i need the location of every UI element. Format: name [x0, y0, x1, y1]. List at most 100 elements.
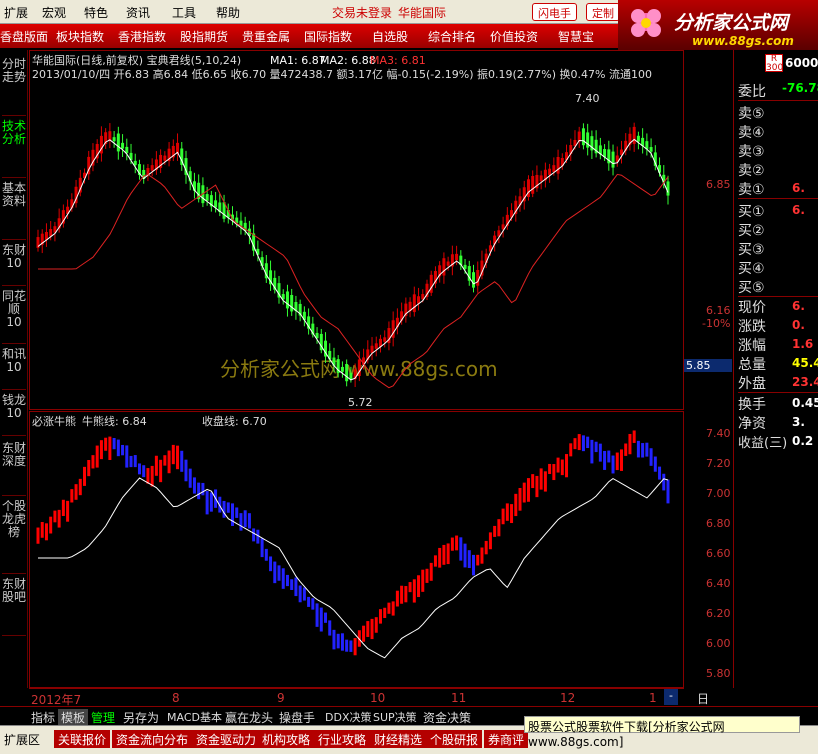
- tab-dragon-head[interactable]: 赢在龙头: [222, 709, 276, 726]
- indicator-bar: [197, 482, 201, 500]
- nav-item-intl-index[interactable]: 国际指数: [304, 28, 352, 45]
- tab-guba[interactable]: 东财股吧: [2, 576, 26, 636]
- date-axis: 2012年7 8 9 10 11 12 1 - 日线: [29, 688, 709, 723]
- indicator-bar: [383, 607, 387, 618]
- tab-inst-strategy[interactable]: 机构攻略: [258, 730, 315, 748]
- indicator-bar: [370, 618, 374, 640]
- indicator-bar: [395, 590, 399, 607]
- nav-item-board[interactable]: 香盘版面: [0, 28, 48, 45]
- nav-item-watchlist[interactable]: 自选股: [372, 28, 408, 45]
- nav-item-metals[interactable]: 贵重金属: [242, 28, 290, 45]
- bid-4: 买④: [738, 261, 765, 277]
- indicator-bar: [252, 528, 256, 542]
- tab-hexun[interactable]: 和讯10: [2, 346, 26, 390]
- ask-4: 卖④: [738, 125, 765, 141]
- left-tab-strip: 分时走势 技术分析 基本资料 东财10 同花顺10 和讯10 钱龙10 东财深度…: [0, 50, 28, 688]
- tab-extend-area[interactable]: 扩展区: [0, 730, 45, 748]
- tab-intraday[interactable]: 分时走势: [2, 56, 26, 116]
- indicator-bar: [302, 587, 306, 601]
- tab-related-quote[interactable]: 关联报价: [54, 730, 111, 748]
- indicator-bar: [636, 440, 640, 458]
- indicator-bar: [573, 438, 577, 450]
- indicator-bar: [459, 537, 463, 561]
- tab-sup[interactable]: SUP决策: [370, 709, 420, 725]
- tab-template[interactable]: 模板: [58, 709, 89, 726]
- quote-value: 0.45: [792, 396, 818, 410]
- indicator-chart-panel[interactable]: 必涨牛熊 牛熊线: 6.84 收盘线: 6.70: [29, 411, 684, 688]
- menu-item-help[interactable]: 帮助: [216, 4, 240, 21]
- indicator-bar: [159, 459, 163, 483]
- indicator-bar: [653, 456, 657, 472]
- nav-item-hk-index[interactable]: 香港指数: [118, 28, 166, 45]
- tab-fund-drive[interactable]: 资金驱动力: [192, 730, 261, 748]
- ma3-label: MA3: 6.81: [370, 54, 426, 67]
- indicator-bar: [505, 503, 509, 521]
- axis-tick: 5.80: [706, 667, 731, 680]
- bid-5: 买⑤: [738, 277, 818, 297]
- indicator-chart-svg[interactable]: 必涨牛熊 牛熊线: 6.84 收盘线: 6.70: [30, 412, 683, 687]
- tab-manage[interactable]: 管理: [88, 709, 118, 726]
- tab-dragon-tiger[interactable]: 个股龙虎榜: [2, 498, 26, 574]
- tab-tonghuashun[interactable]: 同花顺10: [2, 288, 26, 344]
- tab-eastmoney-depth[interactable]: 东财深度: [2, 440, 26, 496]
- tab-fund[interactable]: 资金决策: [420, 709, 474, 726]
- menu-item-macro[interactable]: 宏观: [42, 4, 66, 21]
- menu-item-news[interactable]: 资讯: [126, 4, 150, 21]
- tab-indicator[interactable]: 指标: [28, 709, 58, 726]
- indicator-bar: [649, 448, 653, 466]
- kline-chart-panel[interactable]: 华能国际(日线,前复权) 宝典君线(5,10,24) MA1: 6.87 MA2…: [29, 50, 684, 410]
- broker-name: 华能国际: [398, 6, 447, 20]
- tab-macd[interactable]: MACD基本: [164, 709, 225, 725]
- tab-fund-flow[interactable]: 资金流向分布: [112, 730, 193, 748]
- footer-ad-banner[interactable]: 股票公式股票软件下载[分析家公式网www.88gs.com]: [524, 716, 800, 749]
- menu-item-tools[interactable]: 工具: [172, 4, 196, 21]
- nav-item-sector-index[interactable]: 板块指数: [56, 28, 104, 45]
- quote-row: 外盘 23.4: [738, 373, 818, 393]
- ma2-label: MA2: 6.88: [320, 54, 376, 67]
- indicator-bar: [518, 487, 522, 511]
- indicator-bar: [230, 503, 234, 526]
- indicator-bar: [40, 522, 44, 538]
- custom-button[interactable]: 定制: [586, 3, 620, 21]
- tab-save-as[interactable]: 另存为: [120, 709, 162, 726]
- indicator-bar: [142, 465, 146, 478]
- flash-trade-button[interactable]: 闪电手: [532, 3, 577, 21]
- kline-chart-svg[interactable]: 华能国际(日线,前复权) 宝典君线(5,10,24) MA1: 6.87 MA2…: [30, 51, 683, 409]
- nav-item-ranking[interactable]: 综合排名: [428, 28, 476, 45]
- tab-eastmoney[interactable]: 东财10: [2, 242, 26, 286]
- indicator-bar: [70, 489, 74, 503]
- menu-item-special[interactable]: 特色: [84, 4, 108, 21]
- tab-fundamentals[interactable]: 基本资料: [2, 180, 26, 240]
- indicator-bar: [387, 602, 391, 614]
- indicator-bar: [36, 527, 40, 544]
- indicator-bar: [569, 443, 573, 457]
- indicator-bar: [455, 535, 459, 551]
- indicator-bar: [408, 582, 412, 593]
- tab-trader[interactable]: 操盘手: [276, 709, 318, 726]
- nav-item-zhihuibao[interactable]: 智慧宝: [558, 28, 594, 45]
- tab-stock-research[interactable]: 个股研报: [426, 730, 483, 748]
- indicator-bar: [598, 443, 602, 462]
- nav-item-value[interactable]: 价值投资: [490, 28, 538, 45]
- tab-broker-review[interactable]: 券商评: [484, 730, 529, 748]
- trade-status[interactable]: 交易未登录: [332, 4, 392, 21]
- quote-value: 23.4: [792, 375, 818, 389]
- ma1-label: MA1: 6.87: [270, 54, 326, 67]
- quote-row: 净资 3.: [738, 413, 818, 432]
- indicator-bar: [328, 620, 332, 636]
- tab-ddx[interactable]: DDX决策: [322, 709, 374, 725]
- tab-qianlong[interactable]: 钱龙10: [2, 392, 26, 436]
- low-label: 5.72: [348, 396, 373, 409]
- indicator-bar: [57, 509, 61, 528]
- nav-item-futures[interactable]: 股指期货: [180, 28, 228, 45]
- menu-item-extend[interactable]: 扩展: [4, 4, 28, 21]
- indicator-title: 必涨牛熊: [32, 414, 76, 428]
- tab-finance-picks[interactable]: 财经精选: [370, 730, 427, 748]
- indicator-bar: [78, 478, 82, 496]
- tab-industry-strategy[interactable]: 行业攻略: [314, 730, 371, 748]
- axis-tick: 6.20: [706, 607, 731, 620]
- tab-technical[interactable]: 技术分析: [2, 118, 26, 178]
- scroll-end-button[interactable]: -: [664, 689, 678, 705]
- quote-label: 外盘: [738, 376, 766, 392]
- date-tick: 1: [649, 691, 657, 705]
